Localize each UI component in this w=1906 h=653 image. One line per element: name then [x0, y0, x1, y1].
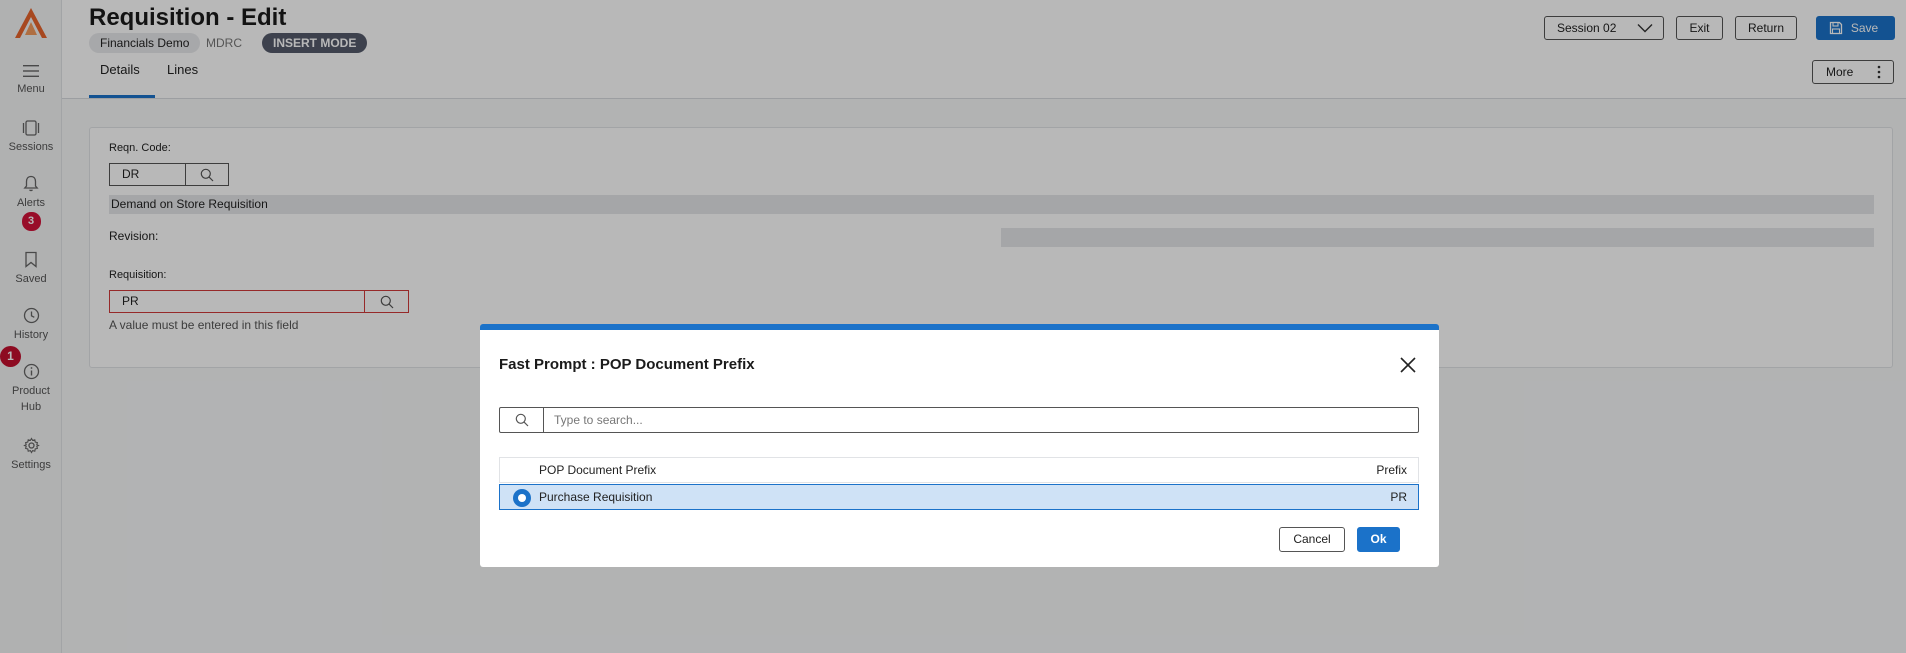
- ok-button[interactable]: Ok: [1357, 527, 1400, 552]
- close-icon[interactable]: [1399, 356, 1417, 374]
- search-button[interactable]: [500, 408, 544, 432]
- cancel-button[interactable]: Cancel: [1279, 527, 1345, 552]
- dialog-search: [499, 407, 1419, 433]
- search-input[interactable]: [545, 408, 1417, 432]
- fast-prompt-dialog: Fast Prompt : POP Document Prefix POP Do…: [480, 324, 1439, 567]
- dialog-title: Fast Prompt : POP Document Prefix: [499, 356, 755, 373]
- row-prefix: PR: [1390, 490, 1407, 504]
- search-icon: [515, 413, 529, 427]
- selected-radio[interactable]: [513, 489, 531, 507]
- list-item[interactable]: Purchase Requisition PR: [499, 484, 1419, 510]
- column-header-prefix: Prefix: [1376, 463, 1407, 477]
- list-header: POP Document Prefix Prefix: [499, 457, 1419, 483]
- row-name: Purchase Requisition: [539, 490, 653, 504]
- column-header-name: POP Document Prefix: [539, 463, 657, 477]
